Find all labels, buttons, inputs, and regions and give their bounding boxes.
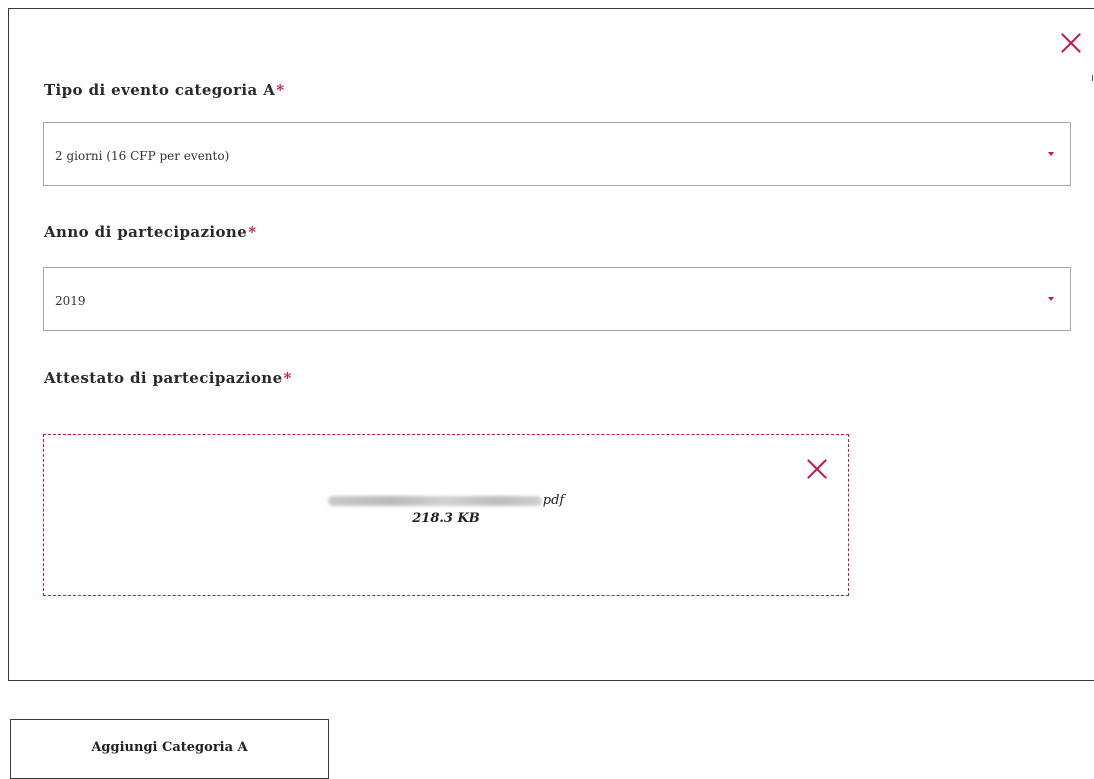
required-asterisk: * bbox=[248, 223, 257, 241]
file-name: pdf bbox=[44, 492, 848, 509]
required-asterisk: * bbox=[283, 369, 292, 387]
close-icon[interactable] bbox=[1060, 32, 1082, 54]
uploaded-file-info: pdf 218.3 KB bbox=[44, 492, 848, 527]
category-a-panel: Tipo di evento categoria A* 2 giorni (16… bbox=[8, 8, 1094, 681]
anno-label-text: Anno di partecipazione bbox=[44, 223, 248, 241]
file-size: 218.3 KB bbox=[412, 511, 480, 526]
attestato-dropzone[interactable]: pdf 218.3 KB bbox=[43, 434, 849, 596]
caret-down-icon bbox=[1048, 297, 1054, 301]
tipo-evento-value: 2 giorni (16 CFP per evento) bbox=[55, 149, 230, 163]
required-asterisk: * bbox=[276, 81, 285, 99]
anno-value: 2019 bbox=[55, 294, 86, 308]
blurred-filename bbox=[327, 495, 542, 506]
anno-label: Anno di partecipazione* bbox=[44, 223, 256, 241]
attestato-label-text: Attestato di partecipazione bbox=[44, 369, 283, 387]
add-category-a-button[interactable]: Aggiungi Categoria A bbox=[10, 719, 329, 779]
anno-select[interactable]: 2019 bbox=[43, 267, 1071, 331]
tipo-evento-select[interactable]: 2 giorni (16 CFP per evento) bbox=[43, 122, 1071, 186]
attestato-label: Attestato di partecipazione* bbox=[44, 369, 292, 387]
caret-down-icon bbox=[1048, 152, 1054, 156]
tipo-evento-label: Tipo di evento categoria A* bbox=[44, 81, 285, 99]
tipo-evento-label-text: Tipo di evento categoria A bbox=[44, 81, 276, 99]
file-extension: pdf bbox=[542, 493, 565, 508]
remove-file-icon[interactable] bbox=[806, 458, 828, 480]
